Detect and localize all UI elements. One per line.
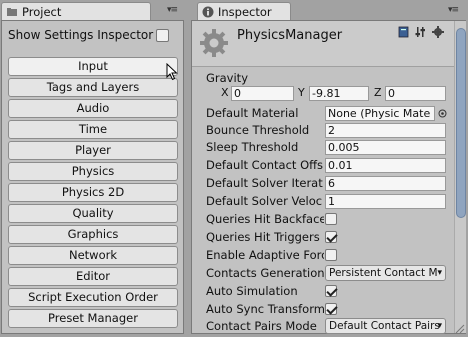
input-button[interactable]: Input xyxy=(8,57,178,76)
physics-2d-button[interactable]: Physics 2D xyxy=(8,183,178,202)
dropdown-arrow-icon: ▾ xyxy=(437,321,442,331)
dropdown-arrow-icon: ▾ xyxy=(437,268,442,278)
default-solver-velocity-field[interactable]: 1 xyxy=(325,194,446,209)
bounce-threshold-label: Bounce Threshold xyxy=(206,123,310,137)
contact-pairs-mode-value: Default Contact Pairs xyxy=(329,320,440,332)
inspector-title: PhysicsManager xyxy=(237,28,343,43)
inspector-panel: PhysicsManager Gravity X 0 Y -9.81 Z 0 D… xyxy=(191,20,466,334)
default-solver-iterations-field[interactable]: 6 xyxy=(325,176,446,191)
audio-button[interactable]: Audio xyxy=(8,99,178,118)
project-panel: Show Settings Inspector Input Tags and L… xyxy=(1,20,184,334)
auto-sync-transforms-label: Auto Sync Transform xyxy=(206,302,324,316)
project-tab-menu-icon[interactable]: ▾≡ xyxy=(167,5,178,15)
preset-sliders-icon[interactable] xyxy=(415,26,426,41)
show-settings-label: Show Settings Inspector xyxy=(8,28,154,42)
tab-inspector-label: Inspector xyxy=(218,5,272,19)
default-material-label: Default Material xyxy=(206,106,299,120)
tags-and-layers-button[interactable]: Tags and Layers xyxy=(8,78,178,97)
time-button[interactable]: Time xyxy=(8,120,178,139)
show-settings-checkbox[interactable] xyxy=(156,29,169,42)
default-solver-iterations-label: Default Solver Iterat xyxy=(206,176,323,190)
tab-project[interactable]: Project xyxy=(1,2,151,21)
sleep-threshold-label: Sleep Threshold xyxy=(206,140,299,154)
physics-button[interactable]: Physics xyxy=(8,162,178,181)
default-material-field[interactable]: None (Physic Mate xyxy=(325,106,435,121)
settings-gear-small-icon[interactable] xyxy=(432,26,444,41)
enable-adaptive-force-checkbox[interactable] xyxy=(325,249,337,261)
quality-button[interactable]: Quality xyxy=(8,204,178,223)
contact-pairs-mode-dropdown[interactable]: Default Contact Pairs ▾ xyxy=(325,318,446,334)
network-button[interactable]: Network xyxy=(8,246,178,265)
resize-grip-icon[interactable] xyxy=(454,323,465,334)
bounce-threshold-field[interactable]: 2 xyxy=(325,123,446,138)
enable-adaptive-force-label: Enable Adaptive Forc xyxy=(206,248,324,262)
header-icons xyxy=(398,26,444,41)
script-execution-order-button[interactable]: Script Execution Order xyxy=(8,288,178,307)
gravity-z-label: Z xyxy=(374,86,382,99)
tab-inspector[interactable]: Inspector xyxy=(197,2,291,21)
default-solver-velocity-label: Default Solver Veloc xyxy=(206,194,323,208)
queries-hit-triggers-label: Queries Hit Triggers xyxy=(206,230,320,244)
sleep-threshold-field[interactable]: 0.005 xyxy=(325,140,446,155)
default-contact-offset-label: Default Contact Offs xyxy=(206,158,324,172)
gravity-y-field[interactable]: -9.81 xyxy=(309,86,369,101)
editor-button[interactable]: Editor xyxy=(8,267,178,286)
scrollbar-thumb[interactable] xyxy=(456,28,466,218)
help-book-icon[interactable] xyxy=(398,26,409,41)
preset-manager-button[interactable]: Preset Manager xyxy=(8,309,178,328)
gravity-x-label: X xyxy=(221,86,229,99)
contacts-generation-dropdown[interactable]: Persistent Contact M ▾ xyxy=(325,265,446,281)
inspector-tab-menu-icon[interactable]: ▾≡ xyxy=(448,5,459,15)
contacts-generation-value: Persistent Contact M xyxy=(329,267,438,279)
inspector-header: PhysicsManager xyxy=(192,21,455,67)
queries-hit-backfaces-checkbox[interactable] xyxy=(325,213,337,225)
inspector-scrollbar[interactable] xyxy=(454,21,466,333)
graphics-button[interactable]: Graphics xyxy=(8,225,178,244)
tab-project-label: Project xyxy=(22,5,62,19)
gravity-y-label: Y xyxy=(298,86,305,99)
object-picker-icon[interactable] xyxy=(438,108,447,121)
queries-hit-triggers-checkbox[interactable] xyxy=(325,231,337,243)
mouse-cursor-icon xyxy=(166,62,178,84)
auto-sync-transforms-checkbox[interactable] xyxy=(325,303,337,315)
settings-button-list: Input Tags and Layers Audio Time Player … xyxy=(8,57,178,330)
auto-simulation-checkbox[interactable] xyxy=(325,285,337,297)
settings-gear-icon xyxy=(199,28,229,61)
contact-pairs-mode-label: Contact Pairs Mode xyxy=(206,319,317,333)
contacts-generation-label: Contacts Generation xyxy=(206,266,324,280)
info-icon xyxy=(202,6,214,18)
queries-hit-backfaces-label: Queries Hit Backface xyxy=(206,212,324,226)
auto-simulation-label: Auto Simulation xyxy=(206,284,298,298)
gravity-x-field[interactable]: 0 xyxy=(231,86,294,101)
default-contact-offset-field[interactable]: 0.01 xyxy=(325,158,446,173)
gravity-label: Gravity xyxy=(206,71,249,85)
player-button[interactable]: Player xyxy=(8,141,178,160)
gravity-z-field[interactable]: 0 xyxy=(385,86,446,101)
folder-icon xyxy=(6,6,18,18)
